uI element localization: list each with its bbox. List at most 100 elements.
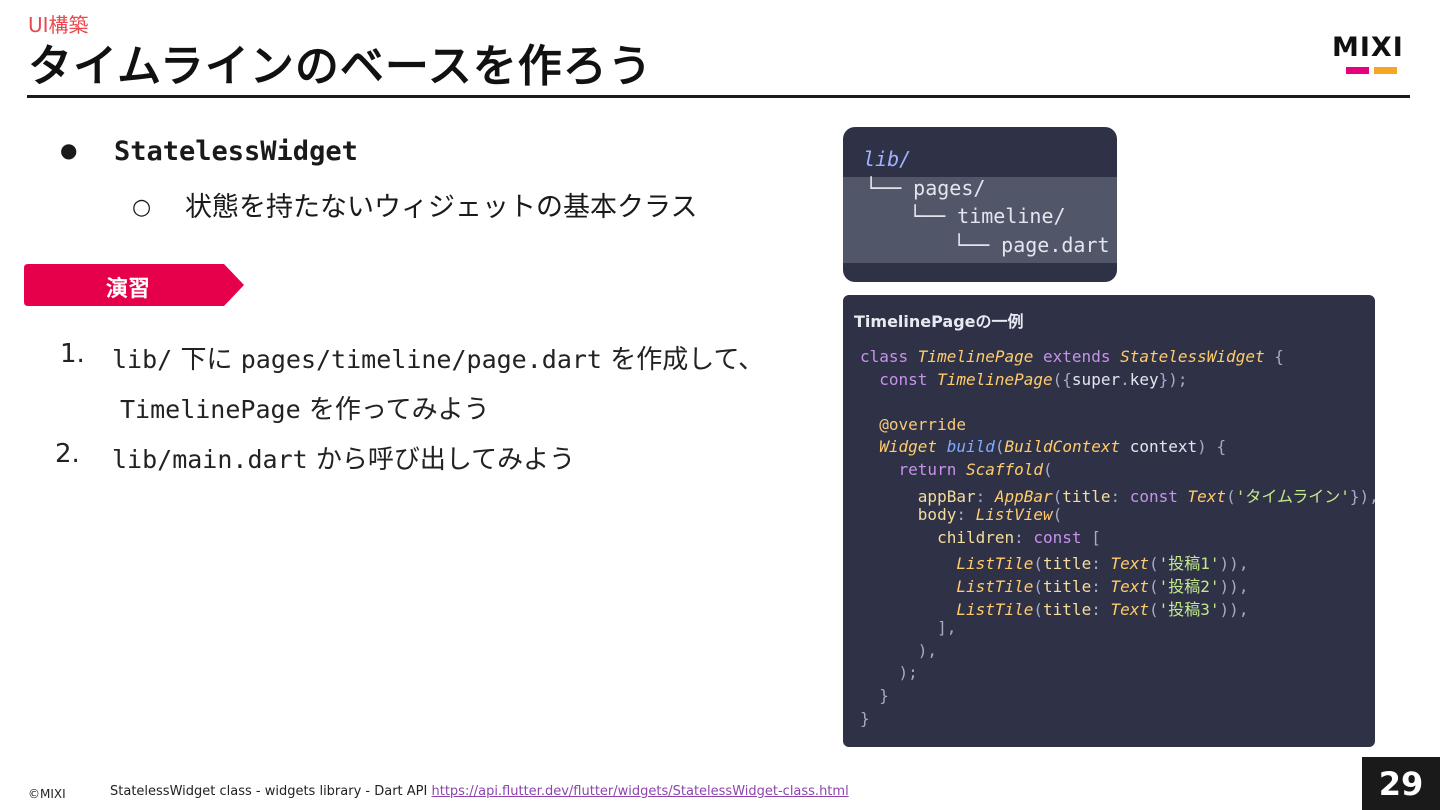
code-token: ], — [860, 618, 957, 638]
code-token: key — [1129, 369, 1159, 389]
code-token: ); — [860, 663, 918, 683]
code-line: ListTile(title: Text('投稿3')), — [860, 596, 1248, 619]
code-sample-panel: TimelinePageの一例 class TimelinePage exten… — [843, 295, 1375, 747]
code-token: )), — [1219, 554, 1249, 574]
inline-code: lib/ — [112, 345, 173, 374]
code-token: Widget — [860, 437, 947, 457]
code-token: title — [1043, 599, 1092, 619]
sub-bullet-description: ○ 状態を持たないウィジェットの基本クラス — [132, 185, 697, 224]
code-token: ( — [1033, 554, 1044, 574]
code-line: } — [860, 686, 889, 708]
code-token: return — [860, 460, 966, 479]
tree-page-dart: └── page.dart — [953, 233, 1110, 257]
mixi-logo: MIXI — [1332, 34, 1412, 76]
code-token: class — [860, 347, 918, 366]
code-token: extends — [1033, 347, 1121, 366]
code-token: children — [860, 527, 1015, 547]
code-token: '投稿3' — [1158, 599, 1220, 619]
code-token: context — [1120, 437, 1198, 457]
code-token: const — [860, 369, 938, 389]
code-line: class TimelinePage extends StatelessWidg… — [860, 347, 1284, 369]
code-token: ( — [1149, 599, 1159, 619]
code-line: } — [860, 709, 870, 731]
code-token: Text — [1110, 577, 1149, 596]
code-token: ) { — [1197, 437, 1227, 457]
sub-bullet-label: 状態を持たないウィジェットの基本クラス — [185, 192, 698, 223]
code-token: : — [1091, 577, 1111, 596]
bullet-statelesswidget: ● StatelessWidget — [60, 136, 358, 167]
inline-code: TimelinePage — [120, 395, 301, 424]
step-number: 1. — [60, 339, 85, 369]
code-token: ListTile — [860, 599, 1034, 619]
code-token: ( — [1149, 577, 1159, 596]
code-token: StatelessWidget — [1120, 347, 1265, 366]
page-title: タイムラインのベースを作ろう — [28, 41, 653, 92]
step-1-line-1: lib/ 下に pages/timeline/page.dart を作成して、 — [112, 339, 764, 376]
step-text: を作ってみよう — [300, 395, 490, 425]
exercise-banner: 演習 — [24, 264, 244, 306]
tree-root: lib/ — [863, 147, 912, 171]
code-line: ], — [860, 618, 956, 640]
code-token: ListView — [975, 505, 1053, 525]
code-token: ({ — [1052, 369, 1072, 389]
tree-pages: └── pages/ — [865, 176, 986, 200]
code-token: AppBar — [994, 486, 1053, 506]
code-token: Text — [1187, 486, 1227, 506]
code-token: const — [1129, 486, 1188, 506]
bullet-label: StatelessWidget — [114, 136, 358, 167]
code-token: Text — [1110, 599, 1149, 619]
code-token: ( — [1033, 599, 1044, 619]
title-divider — [27, 95, 1410, 98]
code-token: : — [1091, 554, 1111, 574]
code-token: BuildContext — [1004, 437, 1121, 457]
code-token: title — [1043, 554, 1092, 574]
code-token: Text — [1110, 554, 1149, 574]
code-line: body: ListView( — [860, 505, 1063, 527]
code-token: : — [975, 486, 995, 506]
step-text: から呼び出してみよう — [307, 445, 576, 475]
copyright: ©MIXI — [28, 787, 66, 801]
code-token: )), — [1219, 577, 1249, 596]
code-token: . — [1120, 369, 1130, 389]
code-token: body — [860, 505, 957, 525]
code-line: Widget build(BuildContext context) { — [860, 437, 1226, 459]
source-citation: StatelessWidget class - widgets library … — [110, 784, 849, 799]
code-token: : — [956, 505, 976, 525]
code-line: ), — [860, 641, 937, 663]
source-link[interactable]: https://api.flutter.dev/flutter/widgets/… — [432, 784, 849, 799]
code-token: ( — [1033, 577, 1044, 596]
code-token: ListTile — [860, 577, 1034, 596]
step-2-line-1: lib/main.dart から呼び出してみよう — [112, 439, 575, 476]
step-1-line-2: TimelinePage を作ってみよう — [120, 389, 490, 426]
step-text: 下に — [172, 345, 241, 375]
code-token: title — [1062, 486, 1111, 506]
page-number: 29 — [1378, 765, 1424, 803]
code-token: { — [1264, 347, 1284, 366]
exercise-label: 演習 — [106, 277, 151, 302]
bullet-marker: ● — [60, 138, 78, 162]
logo-text: MIXI — [1332, 32, 1404, 63]
code-token: 'タイムライン' — [1235, 486, 1350, 506]
code-line: appBar: AppBar(title: const Text('タイムライン… — [860, 483, 1375, 506]
code-token: TimelinePage — [937, 369, 1053, 389]
code-token: build — [946, 437, 995, 457]
code-token: '投稿1' — [1158, 554, 1220, 574]
code-token: TimelinePage — [917, 347, 1034, 366]
code-token: ( — [1149, 554, 1159, 574]
code-token: ( — [1226, 486, 1236, 506]
code-token: ( — [1052, 505, 1063, 525]
code-token: '投稿2' — [1158, 577, 1220, 596]
code-token: const — [1033, 527, 1092, 547]
code-line: children: const [ — [860, 528, 1101, 550]
step-number: 2. — [55, 439, 80, 469]
tree-timeline: └── timeline/ — [909, 204, 1066, 228]
code-token: ( — [1052, 486, 1063, 506]
code-token: }), — [1349, 486, 1375, 506]
code-token: } — [860, 708, 870, 728]
code-line: ); — [860, 663, 918, 685]
code-token: Scaffold — [965, 460, 1044, 479]
code-token: ( — [1043, 460, 1053, 479]
file-tree-panel: lib/ └── pages/ └── timeline/ └── page.d… — [843, 127, 1117, 282]
code-token: : — [1110, 486, 1130, 506]
code-token: ListTile — [860, 554, 1034, 574]
